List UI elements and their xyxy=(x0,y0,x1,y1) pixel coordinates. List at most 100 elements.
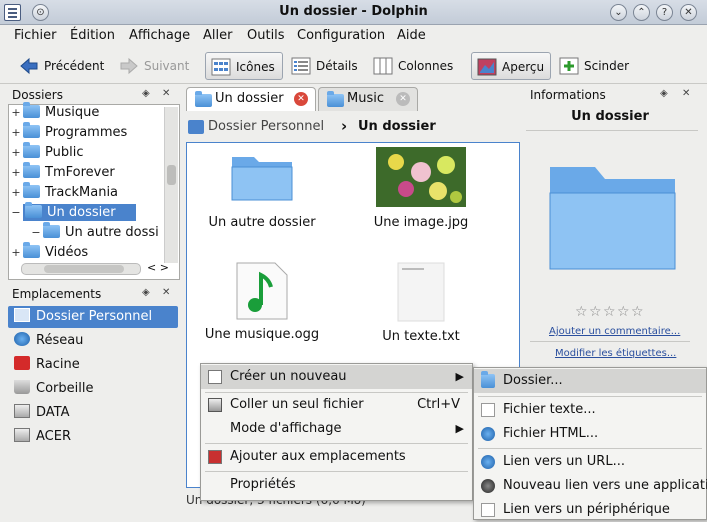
submenu-item-text-file[interactable]: Fichier texte... xyxy=(474,398,706,422)
panel-close-icon[interactable]: ✕ xyxy=(682,88,690,99)
arrow-left-icon xyxy=(20,57,38,75)
forward-label: Suivant xyxy=(144,59,190,73)
expand-icon[interactable]: + xyxy=(9,103,23,123)
menu-item-add-to-places[interactable]: Ajouter aux emplacements xyxy=(201,445,472,469)
close-tab-icon[interactable]: ✕ xyxy=(294,92,308,106)
panel-float-icon[interactable]: ◈ xyxy=(142,287,150,298)
tree-item-programmes[interactable]: + Programmes xyxy=(9,122,127,143)
expand-icon[interactable]: + xyxy=(9,143,23,163)
tree-item-un-dossier[interactable]: − Un dossier xyxy=(9,202,136,223)
breadcrumb-current[interactable]: Un dossier xyxy=(358,119,436,134)
close-tab-icon[interactable]: ✕ xyxy=(396,92,410,106)
submenu-item-device-link[interactable]: Lien vers un périphérique xyxy=(474,498,706,522)
tree-item-label: Un dossier xyxy=(47,205,116,220)
file-item[interactable]: Une musique.ogg xyxy=(202,261,322,342)
menu-aller[interactable]: Aller xyxy=(203,28,232,43)
hscroll-arrows[interactable]: < > xyxy=(147,261,169,274)
preview-toggle-button[interactable]: Aperçu xyxy=(471,52,551,80)
root-folder-icon xyxy=(14,356,30,370)
place-data[interactable]: DATA xyxy=(8,402,70,424)
star-icon[interactable]: ☆ xyxy=(631,305,645,319)
tree-item-trackmania[interactable]: + TrackMania xyxy=(9,182,119,203)
panel-float-icon[interactable]: ◈ xyxy=(660,88,668,99)
tree-item-videos[interactable]: + Vidéos xyxy=(9,242,89,263)
title-bar[interactable]: ⊙ Un dossier - Dolphin ⌄ ⌃ ? ✕ xyxy=(0,0,707,25)
edit-tags-link[interactable]: Modifier les étiquettes... xyxy=(555,348,676,359)
menu-fichier[interactable]: Fichier xyxy=(14,28,57,43)
menu-item-paste[interactable]: Coller un seul fichier Ctrl+V xyxy=(201,393,472,417)
expand-icon[interactable]: + xyxy=(9,183,23,203)
home-icon[interactable] xyxy=(188,120,204,134)
folders-panel-title: Dossiers xyxy=(12,88,63,102)
menu-separator xyxy=(205,443,468,444)
file-item[interactable]: Un autre dossier xyxy=(202,149,322,230)
scrollbar-thumb[interactable] xyxy=(167,165,176,185)
menu-item-properties[interactable]: Propriétés xyxy=(201,473,472,497)
expand-icon[interactable]: + xyxy=(9,243,23,263)
file-item[interactable]: Un texte.txt xyxy=(361,261,481,344)
folders-tree[interactable]: + Musique + Programmes + Public + TmForever … xyxy=(8,102,180,280)
place-network[interactable]: Réseau xyxy=(8,330,83,352)
icons-view-button[interactable]: Icônes xyxy=(205,52,283,80)
menu-aide[interactable]: Aide xyxy=(397,28,426,43)
tree-item-un-autre-dossier[interactable]: − Un autre dossi xyxy=(29,222,159,243)
tree-item-public[interactable]: + Public xyxy=(9,142,83,163)
panel-close-icon[interactable]: ✕ xyxy=(162,287,170,298)
menu-item-label: Dossier... xyxy=(503,373,563,388)
close-button[interactable]: ✕ xyxy=(680,4,697,21)
menu-outils[interactable]: Outils xyxy=(247,28,285,43)
hscroll-thumb[interactable] xyxy=(44,265,124,273)
panel-float-icon[interactable]: ◈ xyxy=(142,88,150,99)
submenu-item-folder[interactable]: Dossier... xyxy=(474,369,706,393)
forward-button[interactable]: Suivant xyxy=(114,52,194,80)
menu-item-view-mode[interactable]: Mode d'affichage ▶ xyxy=(201,417,472,441)
collapse-icon[interactable]: − xyxy=(9,203,23,223)
place-acer[interactable]: ACER xyxy=(8,426,71,448)
tree-item-label: TmForever xyxy=(45,165,115,180)
tree-item-tmforever[interactable]: + TmForever xyxy=(9,162,115,183)
menu-affichage[interactable]: Affichage xyxy=(129,28,190,43)
menu-configuration[interactable]: Configuration xyxy=(297,28,385,43)
tree-item-label: TrackMania xyxy=(45,185,119,200)
menu-item-label: Fichier HTML... xyxy=(503,426,599,441)
breadcrumb-home[interactable]: Dossier Personnel xyxy=(208,119,324,134)
details-view-button[interactable]: Détails xyxy=(286,52,358,80)
tree-item-label: Vidéos xyxy=(45,245,89,260)
place-trash[interactable]: Corbeille xyxy=(8,378,93,400)
collapse-icon[interactable]: − xyxy=(29,223,43,243)
columns-view-button[interactable]: Colonnes xyxy=(368,52,458,80)
menu-item-label: Ajouter aux emplacements xyxy=(230,449,406,464)
star-icon[interactable]: ☆ xyxy=(575,305,589,319)
place-root[interactable]: Racine xyxy=(8,354,80,376)
tab-music[interactable]: Music ✕ xyxy=(318,87,418,111)
home-icon xyxy=(14,308,30,322)
horizontal-scrollbar[interactable] xyxy=(21,263,141,275)
panel-close-icon[interactable]: ✕ xyxy=(162,88,170,99)
file-item[interactable]: Une image.jpg xyxy=(361,147,481,230)
split-button[interactable]: Scinder xyxy=(554,52,634,80)
text-file-icon xyxy=(397,262,445,322)
back-button[interactable]: Précédent xyxy=(14,52,106,80)
expand-icon[interactable]: + xyxy=(9,163,23,183)
expand-icon[interactable]: + xyxy=(9,123,23,143)
add-comment-link[interactable]: Ajouter un commentaire... xyxy=(549,326,680,337)
tree-item-musique[interactable]: + Musique xyxy=(9,102,100,123)
restore-button[interactable]: ? xyxy=(656,4,673,21)
menu-edition[interactable]: Édition xyxy=(70,28,115,43)
places-panel-header: Emplacements ◈ ✕ xyxy=(12,287,182,301)
folder-icon xyxy=(23,242,40,258)
submenu-item-url-link[interactable]: Lien vers un URL... xyxy=(474,450,706,474)
star-icon[interactable]: ☆ xyxy=(617,305,631,319)
tree-item-label: Musique xyxy=(45,105,100,120)
star-icon[interactable]: ☆ xyxy=(603,305,617,319)
submenu-item-app-link[interactable]: Nouveau lien vers une application xyxy=(474,474,707,498)
submenu-item-html-file[interactable]: Fichier HTML... xyxy=(474,422,706,446)
vertical-scrollbar[interactable] xyxy=(164,107,178,263)
minimize-button[interactable]: ⌄ xyxy=(610,4,627,21)
place-home[interactable]: Dossier Personnel xyxy=(8,306,178,328)
maximize-button[interactable]: ⌃ xyxy=(633,4,650,21)
menu-item-create-new[interactable]: Créer un nouveau ▶ xyxy=(201,365,472,389)
tab-un-dossier[interactable]: Un dossier ✕ xyxy=(186,87,316,111)
star-icon[interactable]: ☆ xyxy=(589,305,603,319)
rating-stars[interactable]: ☆☆☆☆☆ xyxy=(575,305,645,319)
